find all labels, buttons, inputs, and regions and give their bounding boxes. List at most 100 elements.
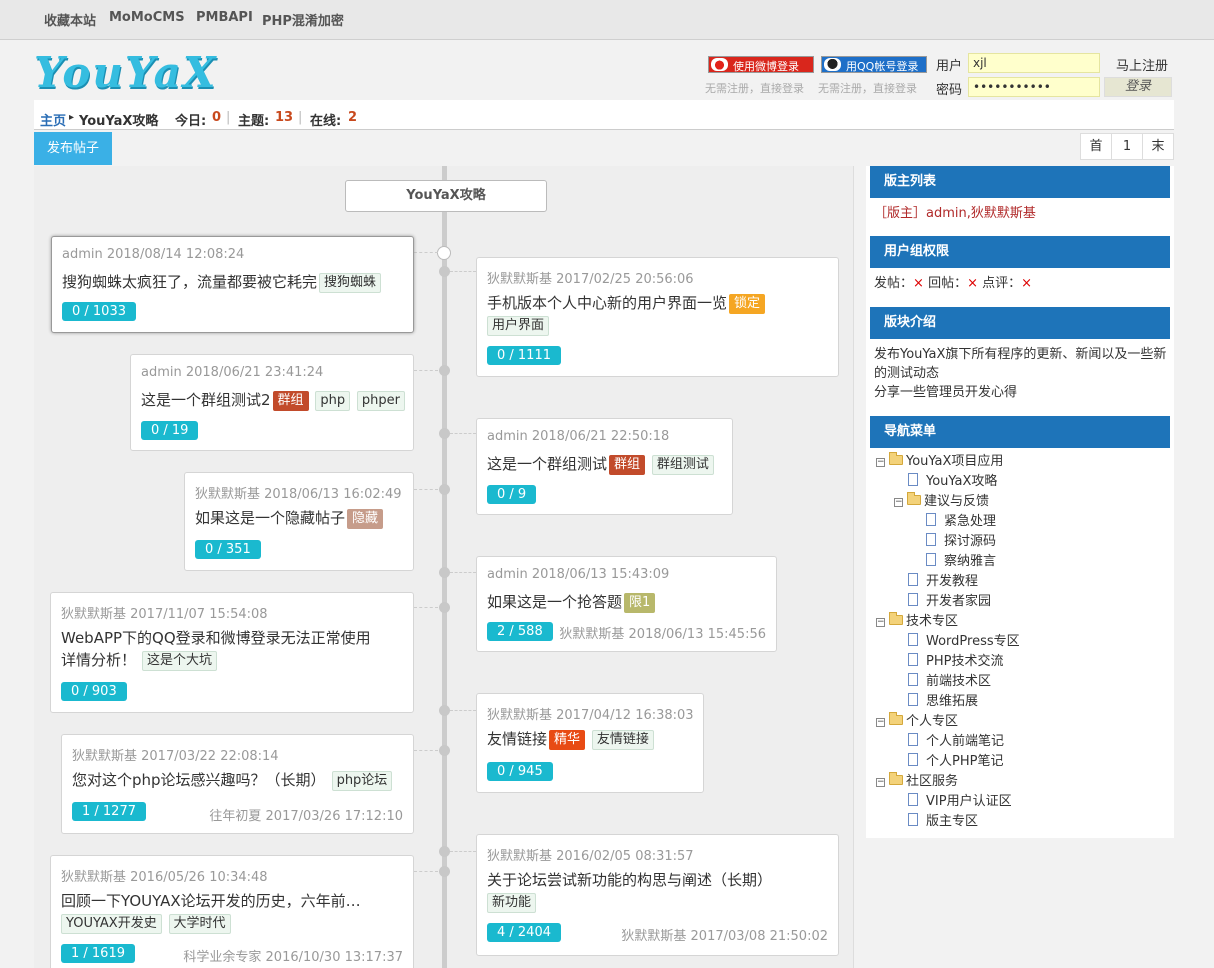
post-tag[interactable]: 大学时代	[168, 914, 231, 934]
nav-tree-item[interactable]: 开发教程	[908, 572, 978, 592]
bookmark-link[interactable]: 收藏本站	[44, 10, 96, 29]
nav-tree-label[interactable]: VIP用户认证区	[926, 794, 1012, 809]
nav-tree-label[interactable]: 开发者家园	[926, 594, 991, 609]
nav-tree-item[interactable]: − 建议与反馈	[894, 492, 989, 512]
post-card[interactable]: 狄默默斯基 2018/06/13 16:02:49 如果这是一个隐藏帖子 隐藏 0…	[184, 472, 414, 571]
post-card[interactable]: 狄默默斯基 2016/02/05 08:31:57 关于论坛尝试新功能的构思与阐…	[476, 834, 839, 956]
post-title[interactable]: 搜狗蜘蛛太疯狂了，流量都要被它耗完	[62, 273, 317, 291]
nav-tree-item[interactable]: 察纳雅言	[926, 552, 996, 572]
breadcrumb-current[interactable]: YouYaX攻略	[79, 110, 158, 129]
username-input[interactable]	[968, 53, 1100, 73]
nav-tree-item[interactable]: 开发者家园	[908, 592, 991, 612]
nav-tree-label[interactable]: 个人前端笔记	[926, 734, 1004, 749]
site-logo[interactable]: YouYaX	[34, 48, 217, 97]
post-tag[interactable]: 群组测试	[651, 455, 714, 475]
nav-tree-item[interactable]: 版主专区	[908, 812, 978, 832]
pager-first[interactable]: 首	[1080, 133, 1112, 160]
document-icon	[908, 473, 918, 486]
post-tag[interactable]: YOUYAX开发史	[61, 914, 162, 934]
nav-tree-item[interactable]: − 个人专区	[876, 712, 958, 732]
nav-tree-item[interactable]: PHP技术交流	[908, 652, 1003, 672]
nav-tree-label[interactable]: YouYaX项目应用	[906, 454, 1003, 469]
nav-tree-item[interactable]: 前端技术区	[908, 672, 991, 692]
collapse-icon[interactable]: −	[876, 618, 885, 627]
nav-tree-item[interactable]: WordPress专区	[908, 632, 1020, 652]
nav-tree-item[interactable]: − 社区服务	[876, 772, 958, 792]
post-card[interactable]: admin 2018/08/14 12:08:24 搜狗蜘蛛太疯狂了，流量都要被…	[51, 236, 414, 333]
nav-tree-label[interactable]: WordPress专区	[926, 634, 1020, 649]
post-card[interactable]: admin 2018/06/13 15:43:09 如果这是一个抢答题 限1 2 …	[476, 556, 777, 652]
post-tag[interactable]: 友情链接	[591, 730, 654, 750]
nav-tree-label[interactable]: 紧急处理	[944, 514, 996, 529]
post-tag[interactable]: 用户界面	[487, 316, 550, 336]
pager-last[interactable]: 末	[1142, 133, 1174, 160]
post-card[interactable]: admin 2018/06/21 23:41:24 这是一个群组测试2 群组 ph…	[130, 354, 414, 451]
post-card[interactable]: 狄默默斯基 2017/04/12 16:38:03 友情链接 精华 友情链接 0 …	[476, 693, 704, 793]
breadcrumb-home[interactable]: 主页	[40, 110, 66, 129]
nav-tree-label[interactable]: 思维拓展	[926, 694, 978, 709]
nav-tree-label[interactable]: PHP技术交流	[926, 654, 1003, 669]
post-title[interactable]: 如果这是一个隐藏帖子	[195, 509, 345, 527]
post-card[interactable]: 狄默默斯基 2017/11/07 15:54:08 WebAPP下的QQ登录和微…	[50, 592, 414, 713]
timeline-connector	[414, 489, 438, 490]
post-title[interactable]: 如果这是一个抢答题	[487, 593, 622, 611]
post-title[interactable]: 这是一个群组测试	[487, 455, 607, 473]
post-tag[interactable]: 搜狗蜘蛛	[319, 273, 382, 293]
post-title[interactable]: 关于论坛尝试新功能的构思与阐述（长期）	[487, 871, 772, 889]
register-link[interactable]: 马上注册	[1116, 55, 1168, 74]
post-title[interactable]: 手机版本个人中心新的用户界面一览	[487, 294, 727, 312]
nav-tree-label[interactable]: 开发教程	[926, 574, 978, 589]
post-tag[interactable]: php论坛	[331, 771, 393, 791]
nav-tree-label[interactable]: 社区服务	[906, 774, 958, 789]
nav-tree-item[interactable]: 个人PHP笔记	[908, 752, 1003, 772]
nav-tree-item[interactable]: − 技术专区	[876, 612, 958, 632]
nav-tree-label[interactable]: 技术专区	[906, 614, 958, 629]
post-tag[interactable]: phper	[356, 391, 405, 411]
locked-tag: 锁定	[729, 294, 766, 314]
post-title[interactable]: 回顾一下YOUYAX论坛开发的历史，六年前…	[61, 892, 361, 910]
nav-tree-label[interactable]: 前端技术区	[926, 674, 991, 689]
nav-tree-label[interactable]: 探讨源码	[944, 534, 996, 549]
post-tag[interactable]: 新功能	[487, 893, 537, 913]
nav-tree-item[interactable]: YouYaX攻略	[908, 472, 997, 492]
post-title[interactable]: 您对这个php论坛感兴趣吗？（长期）	[72, 771, 326, 789]
qq-login-button[interactable]: 用QQ帐号登录	[821, 56, 927, 73]
collapse-icon[interactable]: −	[876, 778, 885, 787]
post-tag[interactable]: php	[315, 391, 351, 411]
new-post-button[interactable]: 发布帖子	[34, 132, 112, 165]
nav-tree-item[interactable]: 探讨源码	[926, 532, 996, 552]
pmbapi-link[interactable]: PMBAPI	[196, 10, 253, 25]
nav-tree-item[interactable]: − YouYaX项目应用	[876, 452, 1003, 472]
reply-view-count: 0 / 1033	[62, 302, 136, 321]
post-tag[interactable]: 这是个大坑	[142, 651, 218, 671]
collapse-icon[interactable]: −	[876, 718, 885, 727]
nav-tree-item[interactable]: 紧急处理	[926, 512, 996, 532]
qq-login-label: 用QQ帐号登录	[846, 60, 919, 73]
nav-tree-item[interactable]: 个人前端笔记	[908, 732, 1004, 752]
nav-tree-label[interactable]: 个人专区	[906, 714, 958, 729]
nav-tree-item[interactable]: VIP用户认证区	[908, 792, 1012, 812]
momocms-link[interactable]: MoMoCMS	[109, 10, 185, 25]
post-card[interactable]: 狄默默斯基 2016/05/26 10:34:48 回顾一下YOUYAX论坛开发…	[50, 855, 414, 968]
nav-tree-label[interactable]: 个人PHP笔记	[926, 754, 1003, 769]
nav-tree-label[interactable]: YouYaX攻略	[926, 474, 997, 489]
php-obfuscate-link[interactable]: PHP混淆加密	[262, 10, 344, 29]
post-card[interactable]: 狄默默斯基 2017/02/25 20:56:06 手机版本个人中心新的用户界面…	[476, 257, 839, 377]
weibo-login-button[interactable]: 使用微博登录	[708, 56, 814, 73]
password-input[interactable]	[968, 77, 1100, 97]
collapse-icon[interactable]: −	[876, 458, 885, 467]
post-title[interactable]: 友情链接	[487, 730, 547, 748]
login-button[interactable]: 登录	[1104, 77, 1172, 97]
nav-tree-label[interactable]: 版主专区	[926, 814, 978, 829]
post-title-continued[interactable]: 详情分析！	[61, 651, 136, 669]
post-card[interactable]: 狄默默斯基 2017/03/22 22:08:14 您对这个php论坛感兴趣吗？…	[61, 734, 414, 834]
collapse-icon[interactable]: −	[894, 498, 903, 507]
post-title[interactable]: 这是一个群组测试2	[141, 391, 271, 409]
nav-tree-item[interactable]: 思维拓展	[908, 692, 978, 712]
reply-view-count: 0 / 945	[487, 762, 553, 781]
pager-page[interactable]: 1	[1111, 133, 1143, 160]
nav-tree-label[interactable]: 察纳雅言	[944, 554, 996, 569]
post-title[interactable]: WebAPP下的QQ登录和微博登录无法正常使用	[61, 629, 371, 647]
nav-tree-label[interactable]: 建议与反馈	[924, 494, 989, 509]
post-card[interactable]: admin 2018/06/21 22:50:18 这是一个群组测试 群组 群组测…	[476, 418, 733, 515]
